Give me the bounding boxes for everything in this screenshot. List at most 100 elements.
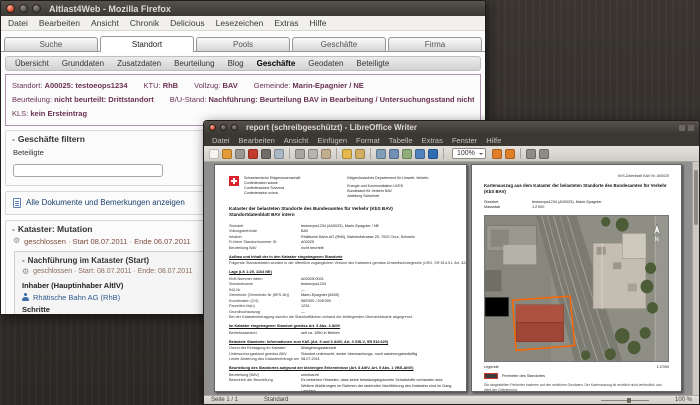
menu-item[interactable]: Tabelle — [389, 136, 413, 145]
export-pdf-icon[interactable] — [248, 148, 258, 159]
info-line-3: KLS: kein Ersteintrag — [12, 107, 474, 121]
report-row-label: Belastete Standorte: Informationen zum K… — [229, 339, 389, 344]
minimize-icon[interactable] — [19, 4, 28, 13]
undo-icon[interactable] — [342, 148, 352, 159]
page-indicator: Seite 1 / 1 — [211, 397, 239, 403]
menu-item[interactable]: Chronik — [130, 18, 159, 28]
sub-tab[interactable]: Blog — [228, 59, 244, 68]
zoom-slider-knob[interactable] — [626, 397, 631, 403]
main-tab[interactable]: Pools — [196, 37, 290, 51]
new-document-icon[interactable] — [209, 148, 219, 159]
maximize-icon[interactable] — [231, 124, 238, 131]
main-tab[interactable]: Standort — [100, 36, 194, 52]
map-footnote: Die dargestellten Perimeter basieren auf… — [484, 383, 662, 392]
menu-item[interactable]: Format — [356, 136, 380, 145]
cut-icon[interactable] — [295, 148, 305, 159]
menu-item[interactable]: Bearbeiten — [239, 136, 275, 145]
toolbar-icon[interactable] — [519, 148, 521, 159]
sub-tab[interactable]: Zusatzdaten — [117, 59, 161, 68]
gear-icon: ⚙ — [22, 266, 30, 276]
report-row-value: nicht beurteilt — [301, 245, 324, 250]
main-tab[interactable]: Suche — [4, 37, 98, 51]
close-icon[interactable] — [6, 4, 15, 13]
forward-icon[interactable] — [538, 148, 549, 159]
page-down-icon[interactable] — [504, 148, 515, 159]
nachfuehrung-status-text: geschlossen · Start: 08.07.2011 · Ende: … — [33, 268, 193, 276]
info-value: Marin-Epagnier / NE — [292, 81, 364, 90]
swiss-cross-icon — [229, 176, 239, 186]
report-row: Letzte Änderung des Katastereintrags am … — [229, 357, 452, 363]
toolbar-icon[interactable] — [370, 148, 371, 159]
copy-icon[interactable] — [308, 148, 318, 159]
main-tab[interactable]: Geschäfte — [292, 37, 386, 51]
firefox-titlebar[interactable]: Altlast4Web - Mozilla Firefox — [1, 1, 485, 16]
sub-tab[interactable]: Beurteilung — [174, 59, 214, 68]
find-icon[interactable] — [415, 148, 425, 159]
table-icon[interactable] — [389, 148, 399, 159]
info-value: A00025: testoeops1234 — [44, 81, 128, 90]
sub-tab[interactable]: Übersicht — [15, 59, 49, 68]
map-title: Kartenauszug aus dem Kataster der belast… — [484, 183, 667, 195]
menu-item[interactable]: Datei — [212, 136, 230, 145]
info-label: Vollzug: — [194, 81, 221, 90]
back-icon[interactable] — [525, 148, 536, 159]
print-preview-icon[interactable] — [274, 148, 284, 159]
zoom-combobox[interactable]: 100% — [452, 148, 486, 159]
collapse-icon[interactable]: - — [22, 256, 25, 265]
legend-item-label: Perimeter des Standortes — [502, 374, 546, 379]
site-building — [515, 304, 564, 343]
sub-tab[interactable]: Grunddaten — [62, 59, 104, 68]
writer-titlebar[interactable]: report (schreibgeschützt) - LibreOffice … — [204, 121, 699, 134]
collapse-icon[interactable]: - — [12, 134, 15, 144]
toolbar-icon[interactable] — [336, 148, 337, 159]
menu-item[interactable]: Datei — [8, 18, 28, 28]
zoom-percentage[interactable]: 100 % — [675, 397, 692, 403]
close-icon[interactable] — [209, 124, 216, 131]
paste-icon[interactable] — [321, 148, 331, 159]
sub-tab[interactable]: Beteiligte — [356, 59, 389, 68]
menu-item[interactable]: Hilfe — [486, 136, 501, 145]
menu-item[interactable]: Extras — [422, 136, 443, 145]
menu-item[interactable]: Ansicht — [284, 136, 309, 145]
hyperlink-icon[interactable] — [376, 148, 386, 159]
filter-section-title: Geschäfte filtern — [17, 133, 85, 144]
filter-input[interactable] — [13, 163, 163, 177]
main-tab[interactable]: Firma — [388, 37, 482, 51]
menu-item[interactable]: Extras — [274, 18, 298, 28]
report-row-value: Es bestehen Hinweise, dass keine belastu… — [301, 378, 452, 392]
image-icon[interactable] — [402, 148, 412, 159]
info-line-1: Standort: A00025: testoeops1234 KTU: RhB V… — [12, 79, 474, 93]
print-icon[interactable] — [261, 148, 271, 159]
report-row-value: 08.07.2011 — [301, 357, 320, 362]
info-line-2: Beurteilung: nicht beurteilt: Drittstand… — [12, 93, 474, 107]
open-icon[interactable] — [222, 148, 232, 159]
menu-item[interactable]: Delicious — [170, 18, 205, 28]
menu-item[interactable]: Hilfe — [309, 18, 326, 28]
department-lines: Eidgenössisches Departement für Umwelt, … — [347, 176, 452, 199]
field-label: Beteiligte — [13, 147, 44, 157]
sub-tab[interactable]: Geschäfte — [257, 59, 296, 68]
navigator-icon[interactable] — [428, 148, 438, 159]
collapse-icon[interactable]: - — [12, 224, 15, 234]
minimize-icon[interactable] — [220, 124, 227, 131]
zoom-slider[interactable] — [600, 397, 649, 403]
toolbar-icon[interactable] — [289, 148, 290, 159]
legend-label: Legende — [484, 365, 499, 370]
menu-item[interactable]: Lesezeichen — [216, 18, 264, 28]
page-up-icon[interactable] — [491, 148, 502, 159]
header-line: Confederaziun svizra — [244, 191, 278, 196]
sub-tab[interactable]: Geodaten — [308, 59, 343, 68]
menu-item[interactable]: Ansicht — [91, 18, 119, 28]
save-icon[interactable] — [235, 148, 245, 159]
svg-text:N: N — [655, 237, 659, 243]
scrollbar-thumb[interactable] — [694, 170, 698, 225]
vertical-scrollbar[interactable] — [692, 162, 699, 395]
toolbar-icons-right — [491, 148, 549, 159]
maximize-icon[interactable] — [32, 4, 41, 13]
menu-item[interactable]: Fenster — [452, 136, 477, 145]
menu-item[interactable]: Einfügen — [317, 136, 347, 145]
redo-icon[interactable] — [355, 148, 365, 159]
menu-item[interactable]: Bearbeiten — [39, 18, 80, 28]
header-line: Abteilung Sicherheit — [347, 193, 380, 198]
page-style[interactable]: Standard — [264, 397, 288, 403]
